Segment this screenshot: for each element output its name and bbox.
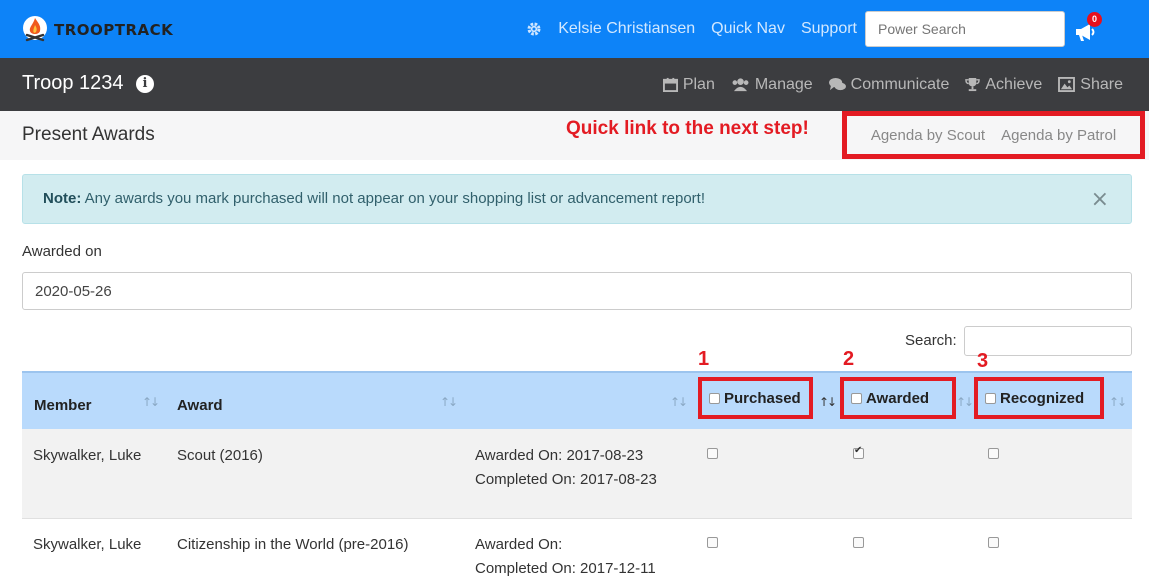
agenda-links-highlight: Agenda by Scout Agenda by Patrol [842,111,1145,159]
note-alert: Note: Any awards you mark purchased will… [22,174,1132,224]
logo-text: TROOPTRACK [54,21,174,39]
alert-text: Note: Any awards you mark purchased will… [43,190,705,207]
menu-manage-label: Manage [754,75,813,93]
alert-strong: Note: [43,190,82,207]
top-nav-links: Kelsie Christiansen Quick Nav Support 0 [526,0,1149,58]
table-header: Member ↑↓ Award ↑↓ ↑↓ Purchased ↑↓ Award… [22,371,1132,429]
menu-communicate-label: Communicate [850,75,950,93]
table-search-label: Search: [905,332,957,349]
page-header: Present Awards Quick link to the next st… [0,111,1149,160]
sort-icon[interactable]: ↑↓ [956,395,974,409]
menu-plan-label: Plan [682,75,715,93]
trophy-icon [965,77,981,92]
column-header-award[interactable]: Award [177,397,223,414]
agenda-by-scout-link[interactable]: Agenda by Scout [871,127,985,144]
campfire-logo-icon [23,16,47,42]
support-link[interactable]: Support [801,20,857,38]
sort-icon[interactable]: ↑↓ [670,395,688,409]
image-icon [1058,77,1076,92]
power-search-input[interactable] [865,11,1065,47]
purchased-checkbox[interactable] [707,537,718,548]
recognized-header-highlight: Recognized [974,377,1104,419]
troop-menu: Plan Manage Communicate Achieve Share [662,58,1123,111]
info-icon[interactable]: i [136,75,154,93]
close-icon[interactable]: × [1091,187,1109,212]
sort-icon[interactable]: ↑↓ [440,395,458,409]
awarded-on-cell: Awarded On: 2017-08-23 [475,447,644,464]
page-title: Present Awards [22,124,155,145]
award-cell[interactable]: Scout (2016) [177,444,263,468]
awarded-select-all-checkbox[interactable] [851,392,862,404]
troop-name[interactable]: Troop 1234 [22,72,124,95]
recognized-checkbox[interactable] [988,448,999,459]
step-number-3: 3 [977,350,989,372]
purchased-select-all-checkbox[interactable] [709,392,720,404]
award-cell[interactable]: Citizenship in the World (pre-2016) [177,533,409,557]
quick-nav-link[interactable]: Quick Nav [711,20,785,38]
menu-share[interactable]: Share [1058,76,1123,94]
notification-badge: 0 [1087,12,1102,27]
menu-manage[interactable]: Manage [731,76,813,94]
agenda-by-patrol-link[interactable]: Agenda by Patrol [1001,127,1116,144]
recognized-checkbox[interactable] [988,537,999,548]
sort-icon[interactable]: ↑↓ [819,395,837,409]
awarded-checkbox[interactable] [853,537,864,548]
logo[interactable]: TROOPTRACK [22,15,173,45]
recognized-select-all-checkbox[interactable] [985,392,996,404]
troop-navbar: Troop 1234 i Plan Manage Communicate Ach… [0,58,1149,111]
calendar-icon [662,77,678,92]
table-row: Skywalker, Luke Scout (2016) Awarded On:… [22,429,1132,519]
column-header-purchased[interactable]: Purchased [724,390,801,407]
awarded-on-label: Awarded on [22,243,102,260]
awarded-checkbox[interactable] [853,445,864,459]
step-number-1: 1 [698,348,710,370]
column-header-awarded[interactable]: Awarded [866,390,929,407]
user-name-link[interactable]: Kelsie Christiansen [558,20,695,38]
table-row: Skywalker, Luke Citizenship in the World… [22,519,1132,582]
purchased-header-highlight: Purchased [698,377,813,419]
callout-annotation: Quick link to the next step! [566,118,809,139]
comments-icon [828,77,846,91]
menu-communicate[interactable]: Communicate [828,75,950,94]
users-icon [732,78,749,92]
column-header-member[interactable]: Member [34,397,92,414]
menu-plan[interactable]: Plan [662,75,715,94]
completed-on-cell: Completed On: 2017-08-23 [475,471,657,488]
sort-icon[interactable]: ↑↓ [1109,395,1127,409]
table-search-input[interactable] [964,326,1132,356]
sort-icon[interactable]: ↑↓ [142,395,160,409]
notifications-button[interactable]: 0 [1073,12,1102,44]
awarded-on-date-input[interactable] [22,272,1132,310]
step-number-2: 2 [843,348,855,370]
awarded-on-cell: Awarded On: [475,536,563,553]
member-cell: Skywalker, Luke [33,536,142,553]
member-cell: Skywalker, Luke [33,447,142,464]
column-header-recognized[interactable]: Recognized [1000,390,1084,407]
awarded-header-highlight: Awarded [840,377,956,419]
gear-icon[interactable] [526,21,542,37]
menu-share-label: Share [1080,75,1123,93]
alert-message: Any awards you mark purchased will not a… [81,190,705,207]
top-navbar: TROOPTRACK Kelsie Christiansen Quick Nav… [0,0,1149,58]
purchased-checkbox[interactable] [707,448,718,459]
menu-achieve[interactable]: Achieve [965,76,1042,94]
completed-on-cell: Completed On: 2017-12-11 [475,560,656,577]
menu-achieve-label: Achieve [985,75,1043,93]
